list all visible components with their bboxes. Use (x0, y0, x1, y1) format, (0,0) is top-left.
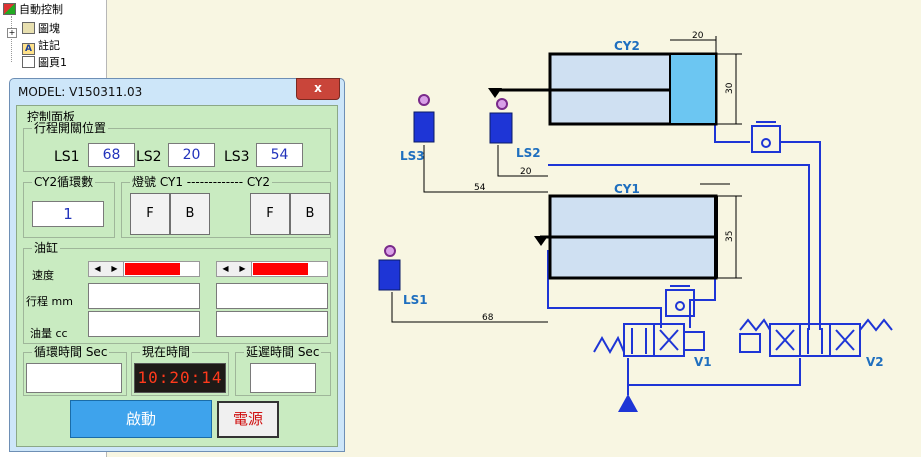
cy2-return-line (714, 125, 750, 143)
cy2-speed-slider[interactable]: ◀ ▶ (216, 261, 328, 277)
cy1-oil-field[interactable] (88, 311, 200, 337)
delay-time-label: 延遲時間 Sec (244, 345, 322, 359)
clock-display: 10:20:14 (134, 363, 226, 393)
cy1-label: CY1 (614, 182, 640, 196)
control-window: MODEL: V150311.03 x 控制面板 行程開關位置 LS1 68 L… (9, 78, 345, 452)
cy2-speed-fill (253, 263, 308, 275)
dim-54-text: 54 (474, 183, 486, 193)
cy2-piston (669, 53, 717, 125)
ls2-input[interactable]: 20 (168, 143, 215, 167)
cy1-speed-fill (125, 263, 180, 275)
lamp-group-label: 燈號 CY1 ------------- CY2 (130, 175, 273, 189)
cy2-oil-field[interactable] (216, 311, 328, 337)
power-button[interactable]: 電源 (217, 401, 279, 438)
cycle-time-group: 循環時間 Sec (23, 345, 127, 396)
cylinder-group: 油缸 速度 行程 mm 油量 cc ◀ ▶ ◀ ▶ (23, 241, 331, 344)
cy2-width-text: 20 (692, 31, 704, 41)
cy2-check-line (780, 141, 821, 330)
ls3-label: LS3 (400, 149, 425, 163)
now-time-label: 現在時間 (140, 345, 193, 359)
cy2-back-lamp[interactable]: B (290, 193, 330, 235)
slider-right-icon[interactable]: ▶ (234, 262, 252, 276)
v1-label: V1 (694, 355, 712, 369)
ls1-input[interactable]: 68 (88, 143, 135, 167)
cycle-count-group: CY2循環數 1 (23, 175, 115, 238)
cy2-flow-valve (751, 121, 781, 153)
stroke-label: 行程 mm (26, 295, 73, 308)
start-button[interactable]: 啟動 (70, 400, 212, 438)
cy1-back-lamp[interactable]: B (170, 193, 210, 235)
cycle-time-field[interactable] (26, 363, 122, 393)
dim-20-text: 20 (520, 167, 532, 177)
v2-valve (739, 318, 893, 357)
supply-branch (628, 358, 801, 386)
cy2-height-text: 30 (725, 82, 735, 94)
ls3-input[interactable]: 54 (256, 143, 303, 167)
oil-label: 油量 cc (30, 327, 68, 340)
cy2-stroke-field[interactable] (216, 283, 328, 309)
ls3-switch (413, 94, 435, 143)
cy1-forward-lamp[interactable]: F (130, 193, 170, 235)
ls2-label: LS2 (136, 149, 162, 165)
cy1-stroke-field[interactable] (88, 283, 200, 309)
speed-label: 速度 (32, 269, 54, 282)
lamp-group: 燈號 CY1 ------------- CY2 F B F B (121, 175, 331, 238)
ls1-label: LS1 (54, 149, 80, 165)
cy2-forward-lamp[interactable]: F (250, 193, 290, 235)
cycle-count-input[interactable]: 1 (32, 201, 104, 227)
close-button[interactable]: x (296, 78, 340, 100)
ls1-label: LS1 (403, 293, 428, 307)
cycle-group-label: CY2循環數 (32, 175, 96, 189)
limit-position-group: 行程開關位置 LS1 68 LS2 20 LS3 54 (23, 121, 331, 172)
v1-valve (593, 323, 705, 357)
delay-time-field[interactable] (250, 363, 316, 393)
ls2-label: LS2 (516, 146, 541, 160)
cy2-label: CY2 (614, 39, 640, 53)
cy1-height-text: 35 (725, 231, 735, 242)
cycle-time-label: 循環時間 Sec (32, 345, 110, 359)
limit-group-label: 行程開關位置 (32, 121, 109, 135)
cy1-speed-slider[interactable]: ◀ ▶ (88, 261, 200, 277)
cylinder-group-label: 油缸 (32, 241, 61, 255)
now-time-group: 現在時間 10:20:14 (131, 345, 229, 396)
cy1-rod-mark (534, 236, 548, 246)
window-title: MODEL: V150311.03 (18, 85, 143, 99)
v2-label: V2 (866, 355, 884, 369)
pump-symbol (618, 394, 638, 412)
ls1-switch (378, 245, 401, 291)
delay-time-group: 延遲時間 Sec (235, 345, 331, 396)
control-panel: 控制面板 行程開關位置 LS1 68 LS2 20 LS3 54 CY2循環數 … (16, 105, 338, 447)
cy2-rod-mark (488, 88, 502, 98)
slider-right-icon[interactable]: ▶ (106, 262, 124, 276)
slider-left-icon[interactable]: ◀ (89, 262, 107, 276)
ls2-switch (489, 98, 513, 144)
dim-68-text: 68 (482, 313, 494, 323)
slider-left-icon[interactable]: ◀ (217, 262, 235, 276)
ls3-label: LS3 (224, 149, 250, 165)
